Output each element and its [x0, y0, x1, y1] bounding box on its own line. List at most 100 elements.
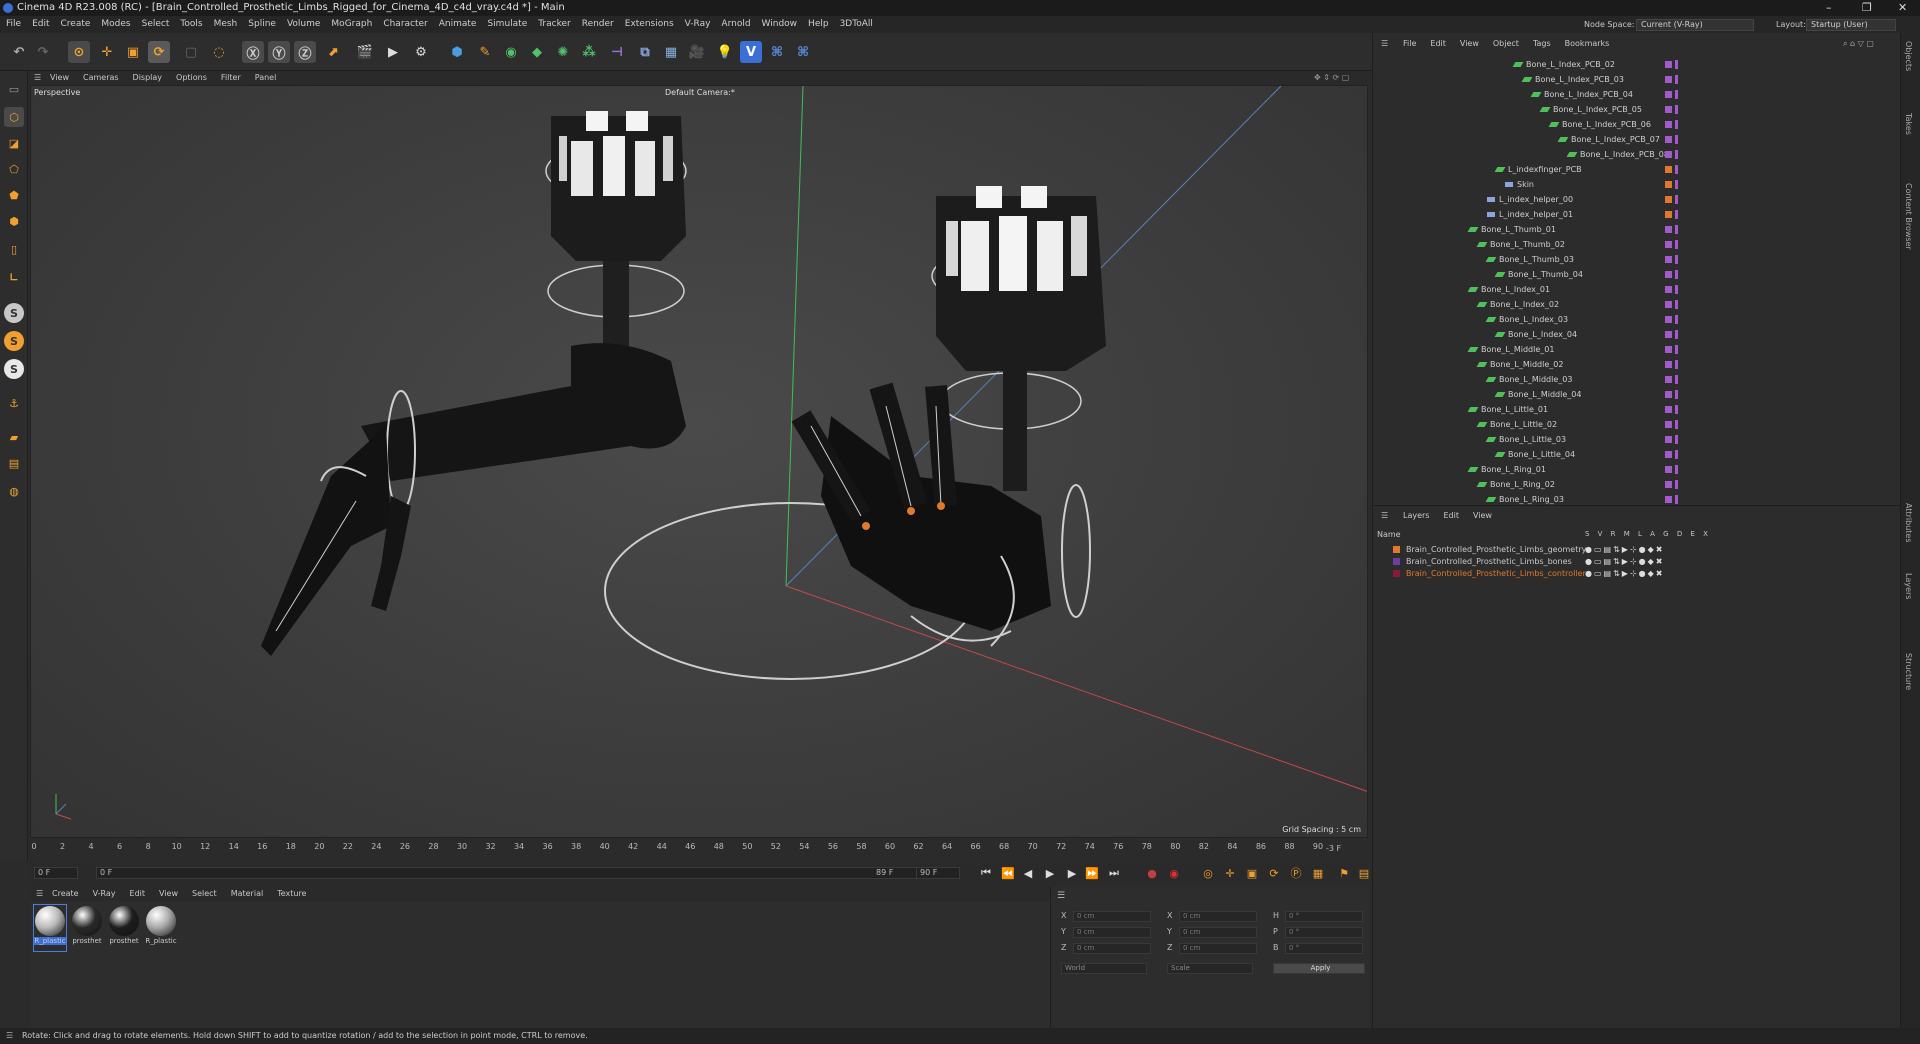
visibility-dots[interactable]	[1675, 75, 1678, 84]
locked-workplane-icon[interactable]: ▰	[4, 427, 24, 447]
menu-mograph[interactable]: MoGraph	[331, 16, 372, 33]
object-tree[interactable]: Bone_L_Index_PCB_02 Bone_L_Index_PCB_03 Bo…	[1373, 57, 1901, 507]
world-coord-icon[interactable]: ⬈	[322, 41, 344, 63]
coord-size-select[interactable]: Scale	[1167, 963, 1253, 974]
visibility-dots[interactable]	[1675, 450, 1678, 459]
object-row[interactable]: L_index_helper_00	[1373, 192, 1901, 207]
pen-spline-icon[interactable]: ✎	[474, 41, 496, 63]
coord-mode-select[interactable]: World	[1061, 963, 1147, 974]
material-item[interactable]: R_plastic	[145, 905, 177, 951]
visibility-dots[interactable]	[1675, 390, 1678, 399]
object-row[interactable]: Bone_L_Index_PCB_03	[1373, 72, 1901, 87]
visibility-dots[interactable]	[1675, 300, 1678, 309]
rotate-tool-icon[interactable]: ⟳	[148, 41, 170, 63]
material-item[interactable]: prosthet	[108, 905, 140, 951]
side-tab[interactable]: Structure	[1904, 653, 1913, 690]
object-row[interactable]: Bone_L_Ring_01	[1373, 462, 1901, 477]
object-row[interactable]: Bone_L_Middle_01	[1373, 342, 1901, 357]
object-row[interactable]: Bone_L_Thumb_02	[1373, 237, 1901, 252]
status-menu-icon[interactable]: ☰	[6, 1028, 13, 1044]
side-tab[interactable]: Objects	[1904, 41, 1913, 71]
polygons-mode-icon[interactable]: ⬢	[4, 211, 24, 231]
visibility-dots[interactable]	[1675, 135, 1678, 144]
object-menu-tags[interactable]: Tags	[1533, 39, 1551, 48]
object-hamburger-icon[interactable]: ☰	[1381, 39, 1388, 48]
object-row[interactable]: Bone_L_Index_01	[1373, 282, 1901, 297]
maximize-button[interactable]: ❐	[1862, 0, 1872, 16]
coord-value-field[interactable]: 0 °	[1285, 911, 1363, 922]
menu-character[interactable]: Character	[383, 16, 427, 33]
visibility-dots[interactable]	[1675, 105, 1678, 114]
visibility-dots[interactable]	[1675, 285, 1678, 294]
object-menu-object[interactable]: Object	[1493, 39, 1519, 48]
menu-tracker[interactable]: Tracker	[538, 16, 570, 33]
object-row[interactable]: Bone_L_Little_03	[1373, 432, 1901, 447]
layer-hamburger-icon[interactable]: ☰	[1381, 509, 1388, 523]
paint-icon[interactable]: ◍	[4, 481, 24, 501]
extrude-icon[interactable]: ◆	[526, 41, 548, 63]
coord-system-icon[interactable]: ◌	[208, 41, 230, 63]
side-tab[interactable]: Attributes	[1904, 503, 1913, 543]
layer-menu-layers[interactable]: Layers	[1403, 509, 1429, 523]
object-row[interactable]: Skin	[1373, 177, 1901, 192]
viewport-menu-view[interactable]: View	[50, 71, 69, 85]
object-menu-bookmarks[interactable]: Bookmarks	[1565, 39, 1610, 48]
workplane-icon[interactable]: ⚓	[4, 393, 24, 413]
visibility-dots[interactable]	[1675, 465, 1678, 474]
visibility-dots[interactable]	[1675, 345, 1678, 354]
object-row[interactable]: Bone_L_Index_02	[1373, 297, 1901, 312]
apply-button[interactable]: Apply	[1273, 963, 1365, 974]
object-menu-view[interactable]: View	[1460, 39, 1479, 48]
keyframe-selection-icon[interactable]: ◎	[1200, 865, 1216, 881]
visibility-dots[interactable]	[1675, 90, 1678, 99]
points-mode-icon[interactable]: ⬠	[4, 159, 24, 179]
coord-value-field[interactable]: 0 °	[1285, 927, 1363, 938]
floor-icon[interactable]: ▦	[660, 41, 682, 63]
object-search-icons[interactable]: ⌕ ⌂ ▽ ▢	[1843, 39, 1874, 49]
menu-select[interactable]: Select	[142, 16, 170, 33]
frame-range-slider[interactable]: 0 F	[96, 867, 926, 879]
redo-icon[interactable]: ↷	[32, 41, 54, 63]
material-menu-v-ray[interactable]: V-Ray	[93, 887, 116, 901]
viewport-menu-panel[interactable]: Panel	[255, 71, 277, 85]
next-frame-icon[interactable]: ▶	[1064, 865, 1080, 881]
menu-modes[interactable]: Modes	[101, 16, 130, 33]
object-row[interactable]: Bone_L_Index_PCB_07	[1373, 132, 1901, 147]
current-frame-field[interactable]: 0 F	[34, 867, 78, 879]
menu-volume[interactable]: Volume	[287, 16, 320, 33]
visibility-dots[interactable]	[1675, 240, 1678, 249]
material-menu-texture[interactable]: Texture	[277, 887, 306, 901]
material-menu-select[interactable]: Select	[192, 887, 217, 901]
layer-toggle-icons[interactable]: ●▭▤⇅▶⊹●◆✖	[1585, 568, 1665, 580]
coord-value-field[interactable]: 0 °	[1285, 943, 1363, 954]
side-tab[interactable]: Takes	[1904, 113, 1913, 135]
object-row[interactable]: Bone_L_Middle_04	[1373, 387, 1901, 402]
object-row[interactable]: L_index_helper_01	[1373, 207, 1901, 222]
coord-value-field[interactable]: 0 cm	[1179, 927, 1257, 938]
timeline-ruler[interactable]: 0 2 4 6 8 10 12 14 16 18 20 22 24 26 28 30 32 34 36 38 40 42 4…	[30, 840, 1368, 856]
menu-simulate[interactable]: Simulate	[487, 16, 527, 33]
pla-key-icon[interactable]: ▦	[1310, 865, 1326, 881]
field-icon[interactable]: ⧉	[634, 41, 656, 63]
minimize-button[interactable]: –	[1826, 0, 1832, 16]
menu-v-ray[interactable]: V-Ray	[685, 16, 711, 33]
object-row[interactable]: Bone_L_Little_02	[1373, 417, 1901, 432]
render-region-icon[interactable]: 🎬	[354, 41, 376, 63]
viewport-menu-filter[interactable]: Filter	[221, 71, 241, 85]
layer-toggle-icons[interactable]: ●▭▤⇅▶⊹●◆✖	[1585, 544, 1665, 556]
quantize-icon[interactable]: S	[4, 359, 24, 379]
visibility-dots[interactable]	[1675, 375, 1678, 384]
previous-key-icon[interactable]: ⏪	[1000, 865, 1016, 881]
mograph-icon[interactable]: ⁂	[578, 41, 600, 63]
visibility-dots[interactable]	[1675, 255, 1678, 264]
layer-row[interactable]: Brain_Controlled_Prosthetic_Limbs_geomet…	[1373, 544, 1901, 556]
coord-value-field[interactable]: 0 cm	[1073, 911, 1151, 922]
object-row[interactable]: Bone_L_Index_04	[1373, 327, 1901, 342]
node-space-select[interactable]: Current (V-Ray)	[1636, 19, 1754, 31]
layer-row[interactable]: Brain_Controlled_Prosthetic_Limbs_contro…	[1373, 568, 1901, 580]
menu-3dtoall[interactable]: 3DToAll	[840, 16, 873, 33]
render-settings-icon[interactable]: ⚙	[410, 41, 432, 63]
layer-row[interactable]: Brain_Controlled_Prosthetic_Limbs_bones ●…	[1373, 556, 1901, 568]
timeline-window-icon[interactable]: ▤	[1356, 865, 1372, 881]
python-icon[interactable]: ⌘	[766, 41, 788, 63]
